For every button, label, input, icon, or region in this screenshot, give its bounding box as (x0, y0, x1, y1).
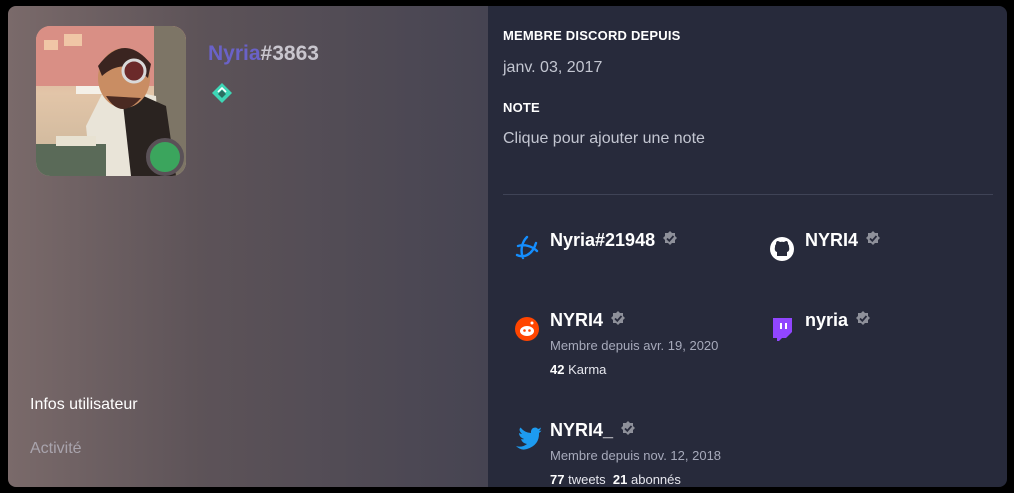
note-title: NOTE (503, 100, 540, 115)
connection-twitch-username: nyria (805, 310, 849, 330)
user-profile-modal: Nyria#3863 Infos utilisateur Activité ME… (8, 6, 1007, 487)
twitch-icon (773, 318, 792, 341)
twitter-tweets-label: tweets (568, 472, 606, 487)
avatar-container[interactable] (36, 26, 186, 176)
connection-twitter-member-since: Membre depuis nov. 12, 2018 (550, 448, 722, 463)
twitter-followers-value: 21 (612, 472, 628, 487)
connection-battlenet-username: Nyria#21948 (550, 230, 656, 250)
tab-activity[interactable]: Activité (30, 440, 82, 458)
verified-icon (621, 421, 636, 435)
note-input[interactable]: Clique pour ajouter une note (503, 130, 705, 148)
connection-twitter-stats: 77 tweets 21 abonnés (550, 472, 681, 487)
connection-battlenet[interactable]: Nyria#21948 (512, 230, 732, 264)
username-name: Nyria (208, 42, 261, 65)
username[interactable]: Nyria#3863 (208, 42, 319, 66)
battlenet-icon (515, 235, 539, 260)
reddit-karma-label: Karma (568, 362, 607, 377)
connection-battlenet-name: Nyria#21948 (550, 230, 679, 251)
connection-reddit-stats: 42 Karma (550, 362, 606, 377)
twitter-tweets-value: 77 (550, 472, 565, 487)
profile-sidebar: Nyria#3863 Infos utilisateur Activité (8, 6, 488, 487)
connection-reddit-name: NYRI4 (550, 310, 627, 331)
connection-reddit-username: NYRI4 (550, 310, 604, 330)
github-icon (770, 237, 794, 261)
connection-github-name: NYRI4 (805, 230, 882, 251)
tab-user-info[interactable]: Infos utilisateur (30, 396, 138, 414)
twitter-followers-label: abonnés (631, 472, 681, 487)
twitter-icon (516, 427, 542, 450)
verified-icon (663, 231, 678, 245)
member-since-date: janv. 03, 2017 (503, 59, 603, 76)
member-since-title: MEMBRE DISCORD DEPUIS (503, 28, 681, 43)
connection-twitch[interactable]: nyria (767, 310, 967, 344)
connection-reddit[interactable]: NYRI4 Membre depuis avr. 19, 2020 42 Kar… (512, 310, 742, 377)
connection-twitch-name: nyria (805, 310, 872, 331)
reddit-karma-value: 42 (550, 362, 565, 377)
connection-twitter-name: NYRI4_ (550, 420, 637, 441)
connection-twitter-username: NYRI4_ (550, 420, 614, 440)
profile-details: MEMBRE DISCORD DEPUIS janv. 03, 2017 NOT… (488, 6, 1007, 487)
divider (503, 194, 993, 195)
verified-icon (856, 311, 871, 325)
connection-github[interactable]: NYRI4 (767, 230, 967, 264)
verified-icon (611, 311, 626, 325)
verified-icon (866, 231, 881, 245)
connection-twitter[interactable]: NYRI4_ Membre depuis nov. 12, 2018 77 tw… (512, 420, 742, 487)
reddit-icon (515, 317, 539, 341)
hypesquad-balance-icon[interactable] (211, 82, 233, 104)
connection-github-username: NYRI4 (805, 230, 859, 250)
online-status-indicator (146, 138, 184, 176)
username-discriminator: #3863 (260, 42, 319, 65)
connection-reddit-member-since: Membre depuis avr. 19, 2020 (550, 338, 719, 353)
